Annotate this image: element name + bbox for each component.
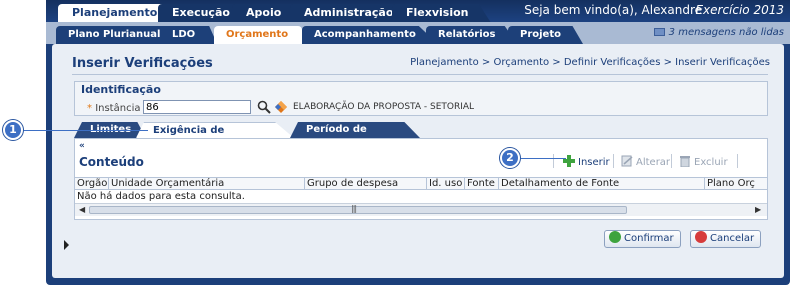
horizontal-scrollbar[interactable]: ◀ ||| ▶ [75,203,767,216]
empty-message: Não há dados para esta consulta. [77,191,245,202]
page-title: Inserir Verificações [72,56,213,71]
cancelar-label: Cancelar [710,233,755,244]
inserir-button[interactable]: Inserir [563,155,610,169]
toolbar-separator [553,154,554,168]
confirmar-button[interactable]: Confirmar [604,230,681,248]
cancelar-button[interactable]: Cancelar [690,230,762,248]
column-header[interactable]: Plano Orç [705,178,767,190]
toolbar-separator [671,154,672,168]
column-header[interactable]: Órgão [75,178,109,190]
scrollbar-grip-icon: ||| [351,204,357,213]
column-header[interactable]: Unidade Orçamentária [109,178,305,190]
callout-2: 2 [500,148,520,168]
conteudo-title: Conteúdo [79,155,144,169]
cancel-icon [695,231,707,243]
search-icon[interactable] [257,100,271,114]
trash-icon [680,156,690,167]
sub-nav-bar: Plano Plurianual LDO Orçamento Acompanha… [46,22,790,44]
edit-icon [621,155,633,167]
excluir-button[interactable]: Excluir [679,155,728,169]
scrollbar-thumb[interactable] [89,206,627,214]
column-header[interactable]: Grupo de despesa [305,178,427,190]
tab-planejamento[interactable]: Planejamento [58,4,172,22]
conteudo-panel: « Conteúdo Inserir Alterar Excluir Órgão… [74,138,768,220]
welcome-text: Seja bem vindo(a), Alexandre [524,3,702,17]
grid-header: Órgão Unidade Orçamentária Grupo de desp… [75,177,767,190]
tab-projeto[interactable]: Projeto [508,26,583,44]
exercicio-link[interactable]: Exercício 2013 [695,3,784,17]
toolbar-separator [613,154,614,168]
inserir-label: Inserir [578,157,610,168]
alterar-button[interactable]: Alterar [621,155,670,169]
sidebar-expand-icon[interactable] [64,240,69,250]
instancia-label-text: Instância [95,103,141,114]
identificacao-section: Identificação * Instância ELABORAÇÃO DA … [74,81,768,116]
tab-exigencia-de-justificativa[interactable]: Exigência de Justificativa [136,122,294,138]
tab-acompanhamento[interactable]: Acompanhamento [302,26,438,44]
envelope-icon [653,28,665,36]
confirmar-label: Confirmar [624,233,674,244]
column-header[interactable]: Fonte [465,178,499,190]
collapse-icon[interactable]: « [79,141,85,151]
top-nav-bar: Planejamento Execução Apoio Administraçã… [46,0,790,22]
alterar-label: Alterar [636,157,671,168]
scroll-right-icon[interactable]: ▶ [755,205,761,214]
excluir-label: Excluir [694,157,728,168]
callout-line [514,158,566,159]
breadcrumb: Planejamento > Orçamento > Definir Verif… [410,57,770,68]
tab-flexvision[interactable]: Flexvision [392,4,491,22]
clear-eraser-icon[interactable] [275,101,287,113]
tab-orcamento[interactable]: Orçamento [214,26,303,44]
content-area: Inserir Verificações Planejamento > Orça… [52,44,784,278]
column-header[interactable]: Id. uso [427,178,465,190]
identificacao-title: Identificação [81,83,161,96]
column-header[interactable]: Detalhamento de Fonte [499,178,705,190]
toolbar-separator [737,154,738,168]
plus-icon [563,155,575,167]
tab-ldo[interactable]: LDO [160,26,218,44]
tab-periodo-de-captacao[interactable]: Período de Captação [290,122,420,138]
title-divider [72,74,768,75]
instancia-label: * Instância [87,103,140,114]
check-icon [609,231,621,243]
callout-line [16,130,148,131]
messages-text: 3 mensagens não lidas [668,27,784,38]
required-marker: * [87,103,96,114]
instancia-description: ELABORAÇÃO DA PROPOSTA - SETORIAL [293,102,475,112]
instancia-input[interactable] [143,100,251,114]
tab-relatorios[interactable]: Relatórios [426,26,518,44]
scroll-left-icon[interactable]: ◀ [79,205,85,214]
app-frame: Planejamento Execução Apoio Administraçã… [46,0,790,285]
messages-link[interactable]: 3 mensagens não lidas [653,27,784,38]
callout-1: 1 [3,120,23,140]
